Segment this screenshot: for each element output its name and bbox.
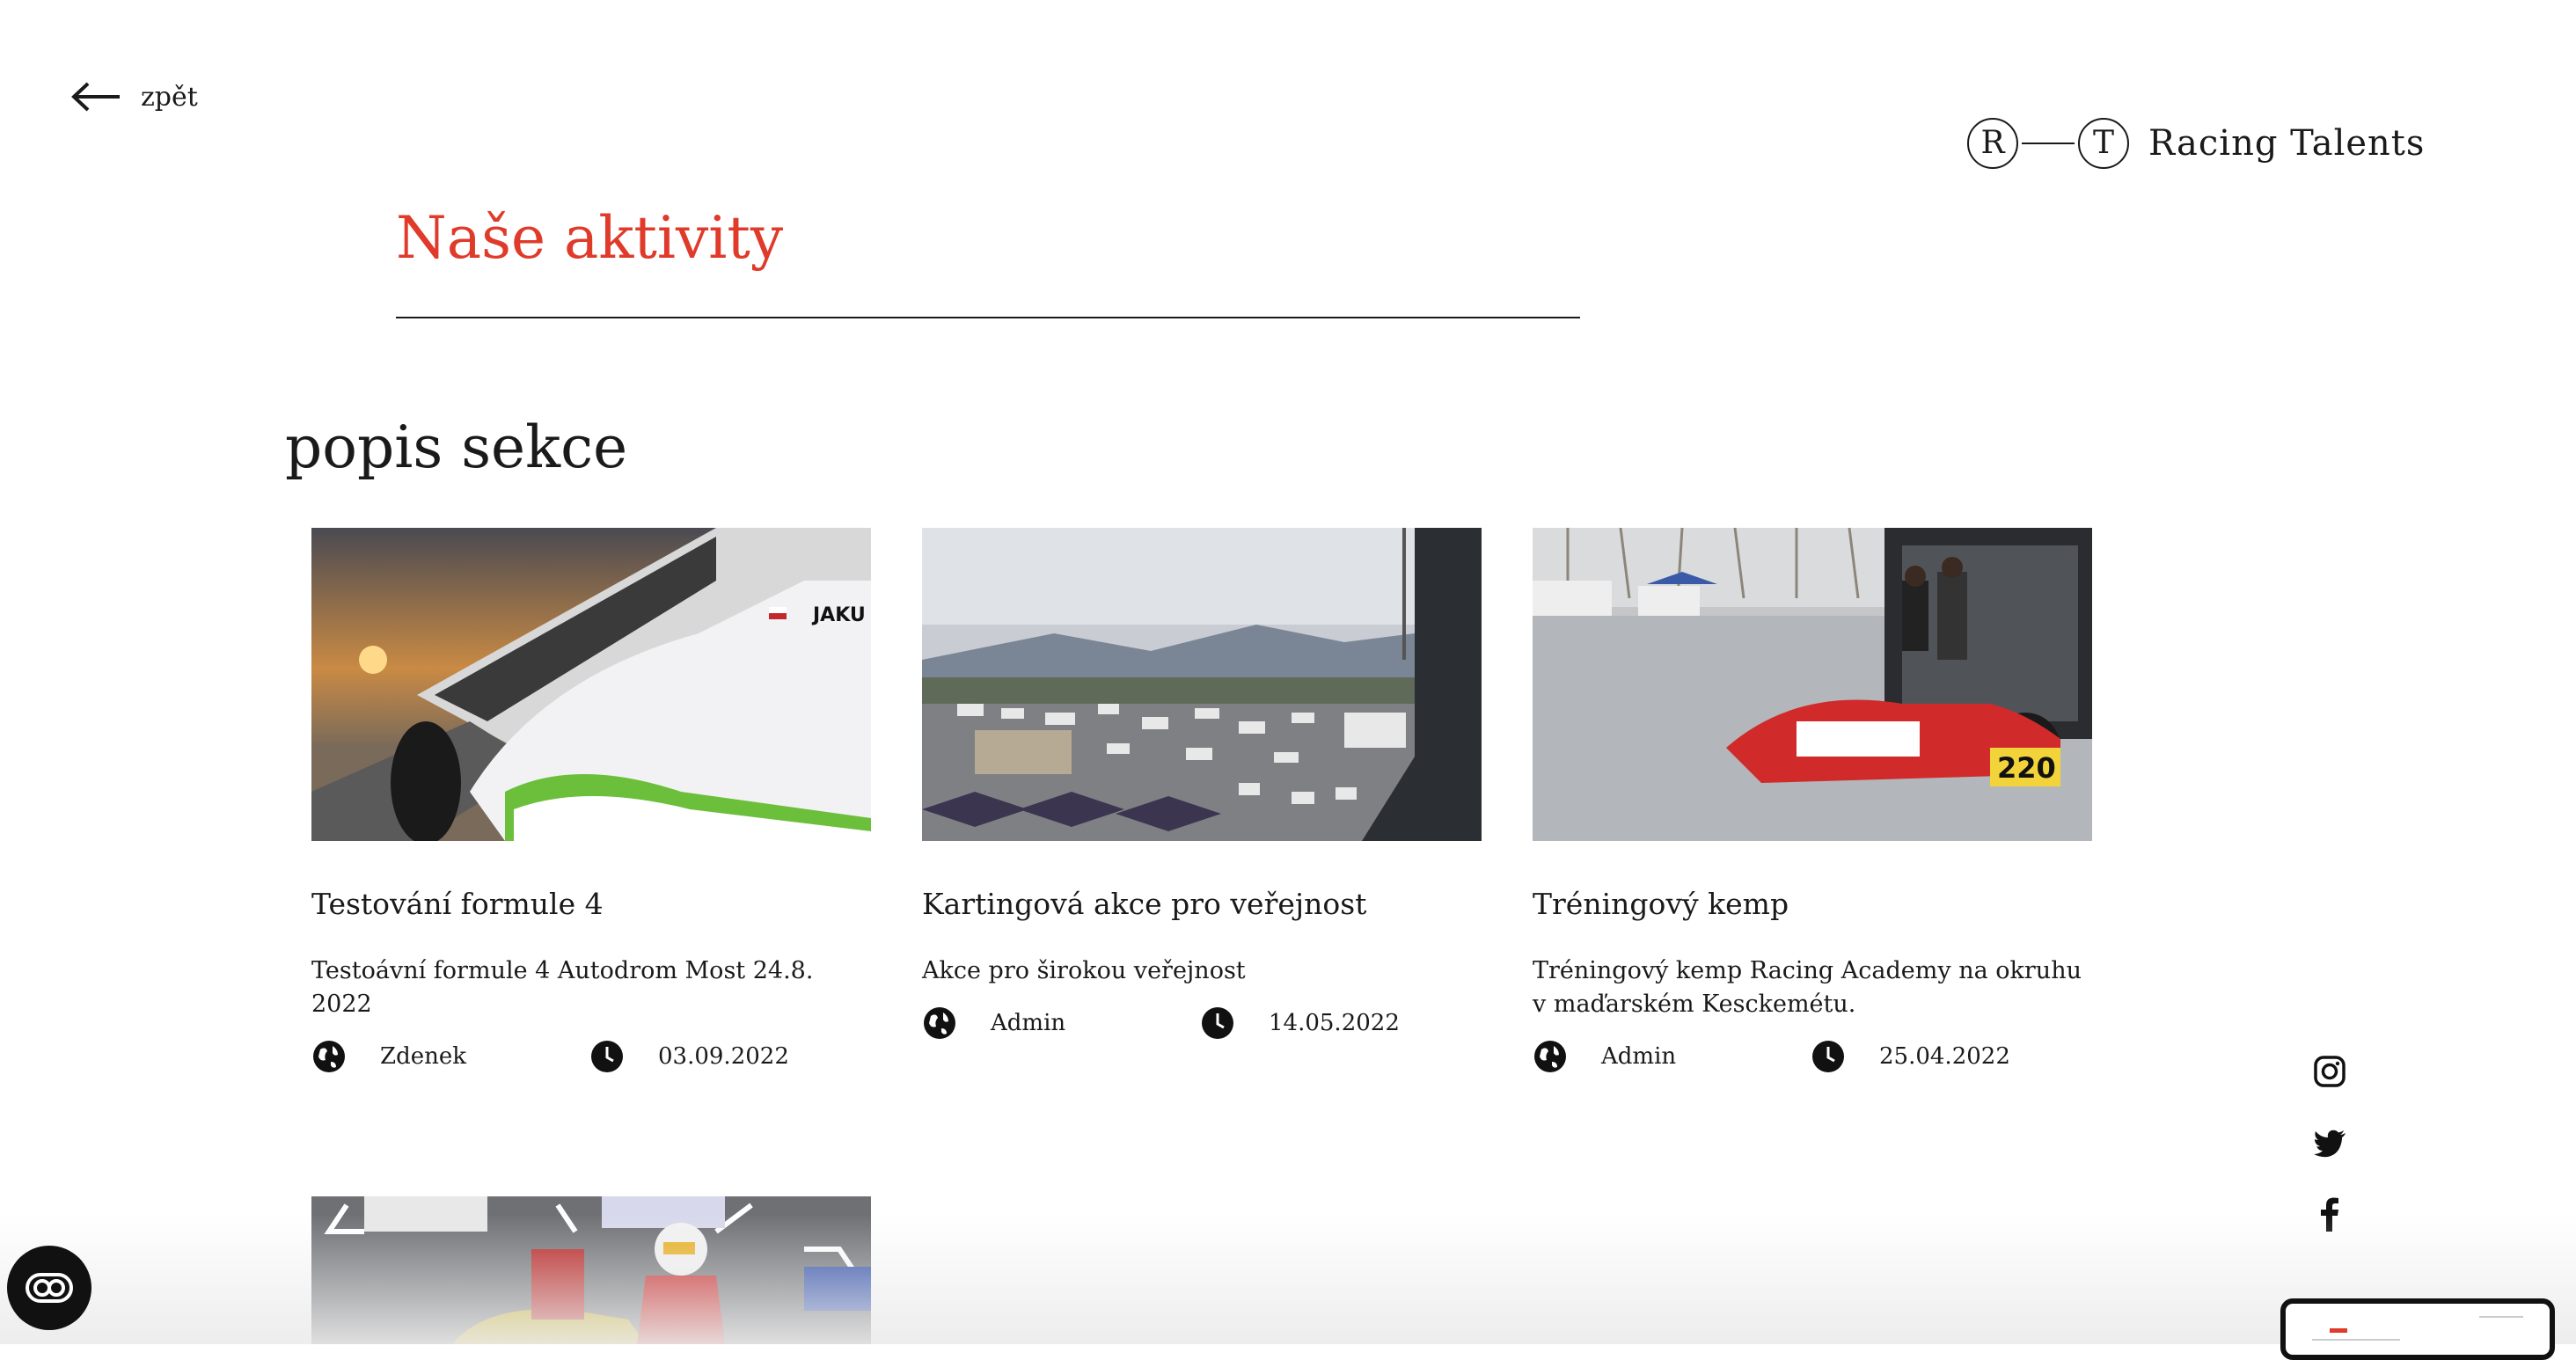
card-image[interactable]: JAKU bbox=[311, 528, 871, 841]
preview-accent bbox=[2330, 1328, 2347, 1333]
card-author: Admin bbox=[922, 1005, 1200, 1041]
activity-card[interactable] bbox=[311, 1196, 871, 1344]
logo-text: Racing Talents bbox=[2148, 123, 2426, 164]
card-description: Testoávní formule 4 Autodrom Most 24.8. … bbox=[311, 957, 814, 1018]
card-date-value: 14.05.2022 bbox=[1269, 1010, 1400, 1036]
logo-letter-right: T bbox=[2078, 118, 2129, 169]
card-author-name: Admin bbox=[1601, 1043, 1677, 1070]
card-author: Zdenek bbox=[311, 1039, 589, 1074]
card-title[interactable]: Kartingová akce pro veřejnost bbox=[922, 887, 1482, 921]
logo-letter-left: R bbox=[1967, 118, 2018, 169]
clock-icon bbox=[591, 1041, 623, 1072]
preview-line bbox=[2479, 1316, 2523, 1318]
card-description: Tréningový kemp Racing Academy na okruhu… bbox=[1533, 957, 2082, 1018]
twitter-icon bbox=[2314, 1130, 2345, 1158]
card-date: 03.09.2022 bbox=[589, 1039, 789, 1074]
card-date: 14.05.2022 bbox=[1200, 1005, 1400, 1041]
back-label: zpět bbox=[141, 81, 198, 113]
svg-text:JAKU: JAKU bbox=[811, 604, 866, 626]
facebook-link[interactable] bbox=[2312, 1196, 2347, 1232]
accessibility-button[interactable] bbox=[7, 1246, 91, 1330]
card-meta: Admin 25.04.2022 bbox=[1533, 1039, 2092, 1074]
activity-card[interactable]: JAKU Testování formule 4 Testoávní formu… bbox=[311, 528, 871, 1074]
clock-icon bbox=[1202, 1007, 1233, 1039]
formula-car-photo: JAKU bbox=[311, 528, 871, 841]
logo-dash bbox=[2022, 142, 2075, 145]
card-date: 25.04.2022 bbox=[1811, 1039, 2010, 1074]
card-meta: Admin 14.05.2022 bbox=[922, 1005, 1482, 1041]
page-preview-thumbnail[interactable] bbox=[2280, 1298, 2555, 1360]
card-image[interactable] bbox=[311, 1196, 871, 1344]
instagram-link[interactable] bbox=[2312, 1054, 2347, 1089]
page-title: Naše aktivity bbox=[396, 204, 784, 272]
twitter-link[interactable] bbox=[2312, 1126, 2347, 1161]
card-title[interactable]: Testování formule 4 bbox=[311, 887, 871, 921]
title-divider bbox=[396, 317, 1580, 318]
accessibility-toggle-icon bbox=[26, 1273, 73, 1303]
karting-camp-photo: 220 bbox=[1533, 528, 2092, 841]
facebook-icon bbox=[2321, 1197, 2338, 1232]
card-author: Admin bbox=[1533, 1039, 1811, 1074]
card-image[interactable] bbox=[922, 528, 1482, 841]
instagram-icon bbox=[2314, 1056, 2345, 1087]
card-author-name: Admin bbox=[991, 1010, 1066, 1036]
card-date-value: 03.09.2022 bbox=[658, 1043, 789, 1070]
card-description: Akce pro širokou veřejnost bbox=[922, 957, 1246, 984]
preview-line bbox=[2312, 1339, 2400, 1341]
globe-icon bbox=[924, 1007, 955, 1039]
site-logo[interactable]: R T Racing Talents bbox=[1967, 118, 2425, 169]
back-link[interactable]: zpět bbox=[70, 81, 198, 113]
karting-race-photo bbox=[311, 1196, 871, 1344]
card-author-name: Zdenek bbox=[380, 1043, 466, 1070]
card-date-value: 25.04.2022 bbox=[1879, 1043, 2010, 1070]
card-meta: Zdenek 03.09.2022 bbox=[311, 1039, 871, 1074]
activity-card[interactable]: Kartingová akce pro veřejnost Akce pro š… bbox=[922, 528, 1482, 1041]
card-image[interactable]: 220 bbox=[1533, 528, 2092, 841]
card-title[interactable]: Tréningový kemp bbox=[1533, 887, 2092, 921]
globe-icon bbox=[313, 1041, 345, 1072]
activity-card[interactable]: 220 Tréningový kemp Tréningový kemp Raci… bbox=[1533, 528, 2092, 1074]
paddock-photo bbox=[922, 528, 1482, 841]
arrow-left-icon bbox=[71, 82, 120, 112]
svg-text:220: 220 bbox=[1997, 751, 2056, 785]
section-title: popis sekce bbox=[285, 413, 628, 481]
clock-icon bbox=[1812, 1041, 1844, 1072]
globe-icon bbox=[1534, 1041, 1566, 1072]
